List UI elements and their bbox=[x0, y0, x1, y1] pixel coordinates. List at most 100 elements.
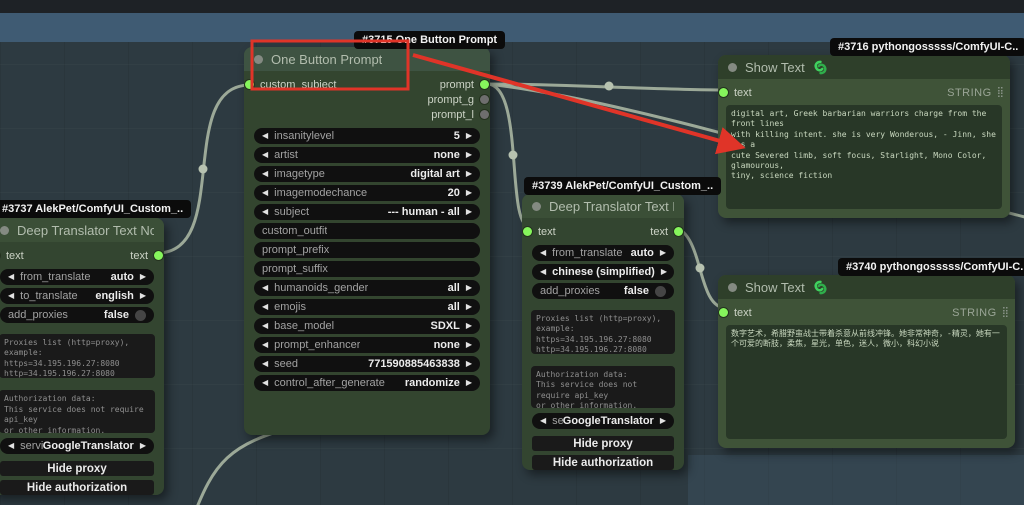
widget-row[interactable]: prompt_suffix bbox=[254, 261, 480, 277]
toggle-knob[interactable] bbox=[135, 309, 146, 321]
combo-left-arrow-icon[interactable]: ◀ bbox=[262, 185, 268, 201]
combo-right-arrow-icon[interactable]: ▶ bbox=[140, 269, 146, 285]
widget-row[interactable]: prompt_prefix bbox=[254, 242, 480, 258]
combo-left-arrow-icon[interactable]: ◀ bbox=[262, 337, 268, 353]
link-midpoint-dot[interactable] bbox=[198, 164, 208, 174]
input-port-text[interactable] bbox=[719, 308, 728, 317]
collapse-dot-icon[interactable] bbox=[254, 54, 263, 64]
output-port-prompt-l[interactable] bbox=[480, 110, 489, 119]
toggle-knob[interactable] bbox=[655, 285, 666, 297]
hide-proxy-button[interactable]: Hide proxy bbox=[0, 461, 154, 476]
hide-proxy-button[interactable]: Hide proxy bbox=[532, 436, 674, 451]
combo-right-arrow-icon[interactable]: ▶ bbox=[466, 337, 472, 353]
node-deep-translator-3737[interactable]: Deep Translator Text Node text text ◀ fr… bbox=[0, 218, 164, 495]
combo-left-arrow-icon[interactable]: ◀ bbox=[540, 264, 546, 280]
widget-row[interactable]: ◀ seed 771590885463838 ▶ bbox=[254, 356, 480, 372]
combo-right-arrow-icon[interactable]: ▶ bbox=[466, 204, 472, 220]
widget-row[interactable]: ◀ from_translate auto ▶ bbox=[532, 245, 674, 261]
authorization-textarea[interactable]: Authorization data: This service does no… bbox=[531, 365, 675, 408]
collapse-dot-icon[interactable] bbox=[532, 201, 541, 211]
combo-left-arrow-icon[interactable]: ◀ bbox=[262, 147, 268, 163]
widget-label: insanitylevel bbox=[274, 130, 335, 142]
wire-from-offscreen-bottom[interactable] bbox=[192, 423, 301, 505]
node-titlebar[interactable]: One Button Prompt bbox=[244, 47, 490, 71]
combo-right-arrow-icon[interactable]: ▶ bbox=[466, 356, 472, 372]
output-port-prompt-g[interactable] bbox=[480, 95, 489, 104]
service-combo[interactable]: ◀ service GoogleTranslator ▶ bbox=[532, 413, 674, 429]
combo-right-arrow-icon[interactable]: ▶ bbox=[140, 288, 146, 304]
link-midpoint-dot[interactable] bbox=[508, 150, 518, 160]
combo-right-arrow-icon[interactable]: ▶ bbox=[140, 438, 146, 454]
input-port-text[interactable] bbox=[523, 227, 532, 236]
node-titlebar[interactable]: Deep Translator Text Node bbox=[522, 194, 684, 218]
combo-right-arrow-icon[interactable]: ▶ bbox=[466, 128, 472, 144]
combo-left-arrow-icon[interactable]: ◀ bbox=[8, 438, 14, 454]
widget-row[interactable]: custom_outfit bbox=[254, 223, 480, 239]
show-text-output-textarea[interactable]: 数字艺术，希腊野蛮战士带着杀意从前线冲锋。她非常神奇，-精灵，她有一 个可爱的断… bbox=[726, 325, 1007, 439]
input-port-custom-subject[interactable] bbox=[245, 80, 254, 89]
widget-row[interactable]: ◀ from_translate auto ▶ bbox=[0, 269, 154, 285]
node-titlebar[interactable]: Show Text bbox=[718, 55, 1010, 79]
widget-row[interactable]: ◀ insanitylevel 5 ▶ bbox=[254, 128, 480, 144]
combo-left-arrow-icon[interactable]: ◀ bbox=[262, 375, 268, 391]
widget-row[interactable]: add_proxies false bbox=[0, 307, 154, 323]
widget-row[interactable]: add_proxies false bbox=[532, 283, 674, 299]
combo-right-arrow-icon[interactable]: ▶ bbox=[660, 245, 666, 261]
combo-left-arrow-icon[interactable]: ◀ bbox=[262, 356, 268, 372]
proxies-textarea[interactable]: Proxies list (http=proxy), example: http… bbox=[531, 310, 675, 354]
node-titlebar[interactable]: Deep Translator Text Node bbox=[0, 218, 164, 242]
collapse-dot-icon[interactable] bbox=[728, 282, 737, 292]
proxies-textarea[interactable]: Proxies list (http=proxy), example: http… bbox=[0, 334, 155, 379]
widget-row[interactable]: ◀ control_after_generate randomize ▶ bbox=[254, 375, 480, 391]
show-text-output-textarea[interactable]: digital art, Greek barbarian warriors ch… bbox=[726, 105, 1002, 209]
combo-right-arrow-icon[interactable]: ▶ bbox=[661, 264, 667, 280]
combo-left-arrow-icon[interactable]: ◀ bbox=[262, 128, 268, 144]
widget-row[interactable]: ◀ humanoids_gender all ▶ bbox=[254, 280, 480, 296]
combo-left-arrow-icon[interactable]: ◀ bbox=[540, 245, 546, 261]
node-one-button-prompt[interactable]: One Button Prompt custom_subject prompt … bbox=[244, 47, 490, 435]
node-graph-canvas[interactable]: #3715 One Button Prompt #3737 AlekPet/Co… bbox=[0, 0, 1024, 505]
combo-right-arrow-icon[interactable]: ▶ bbox=[466, 185, 472, 201]
combo-right-arrow-icon[interactable]: ▶ bbox=[466, 147, 472, 163]
combo-left-arrow-icon[interactable]: ◀ bbox=[262, 299, 268, 315]
widget-row[interactable]: ◀ emojis all ▶ bbox=[254, 299, 480, 315]
combo-left-arrow-icon[interactable]: ◀ bbox=[262, 166, 268, 182]
hide-authorization-button[interactable]: Hide authorization bbox=[0, 480, 154, 495]
combo-right-arrow-icon[interactable]: ▶ bbox=[466, 280, 472, 296]
link-midpoint-dot[interactable] bbox=[695, 263, 705, 273]
widget-row[interactable]: ◀ to_translate chinese (simplified) ▶ bbox=[532, 264, 674, 280]
combo-right-arrow-icon[interactable]: ▶ bbox=[466, 166, 472, 182]
combo-left-arrow-icon[interactable]: ◀ bbox=[262, 204, 268, 220]
widget-row[interactable]: ◀ to_translate english ▶ bbox=[0, 288, 154, 304]
combo-left-arrow-icon[interactable]: ◀ bbox=[8, 288, 14, 304]
combo-left-arrow-icon[interactable]: ◀ bbox=[262, 280, 268, 296]
authorization-textarea[interactable]: Authorization data: This service does no… bbox=[0, 390, 155, 433]
widget-row[interactable]: ◀ base_model SDXL ▶ bbox=[254, 318, 480, 334]
combo-right-arrow-icon[interactable]: ▶ bbox=[466, 318, 472, 334]
widget-row[interactable]: ◀ prompt_enhancer none ▶ bbox=[254, 337, 480, 353]
output-port-prompt[interactable] bbox=[480, 80, 489, 89]
combo-right-arrow-icon[interactable]: ▶ bbox=[466, 375, 472, 391]
collapse-dot-icon[interactable] bbox=[0, 225, 9, 235]
input-port-text[interactable] bbox=[719, 88, 728, 97]
widget-row[interactable]: ◀ imagetype digital art ▶ bbox=[254, 166, 480, 182]
widget-row[interactable]: ◀ imagemodechance 20 ▶ bbox=[254, 185, 480, 201]
output-port-text[interactable] bbox=[674, 227, 683, 236]
widget-row[interactable]: ◀ subject --- human - all ▶ bbox=[254, 204, 480, 220]
combo-right-arrow-icon[interactable]: ▶ bbox=[466, 299, 472, 315]
combo-left-arrow-icon[interactable]: ◀ bbox=[8, 269, 14, 285]
node-deep-translator-3739[interactable]: Deep Translator Text Node text text ◀ fr… bbox=[522, 194, 684, 470]
collapse-dot-icon[interactable] bbox=[728, 62, 737, 72]
combo-left-arrow-icon[interactable]: ◀ bbox=[540, 413, 546, 429]
combo-right-arrow-icon[interactable]: ▶ bbox=[660, 413, 666, 429]
node-show-text-3740[interactable]: Show Text text STRING ⣿ 数字艺术，希腊野蛮战士带着杀意从… bbox=[718, 275, 1015, 448]
widget-row[interactable]: ◀ artist none ▶ bbox=[254, 147, 480, 163]
link-midpoint-dot[interactable] bbox=[604, 81, 614, 91]
hide-authorization-button[interactable]: Hide authorization bbox=[532, 455, 674, 470]
service-combo[interactable]: ◀ service GoogleTranslator ▶ bbox=[0, 438, 154, 454]
node-titlebar[interactable]: Show Text bbox=[718, 275, 1015, 299]
node-title: Show Text bbox=[745, 279, 805, 295]
combo-left-arrow-icon[interactable]: ◀ bbox=[262, 318, 268, 334]
node-show-text-3716[interactable]: Show Text text STRING ⣿ digital art, Gre… bbox=[718, 55, 1010, 218]
output-port-text[interactable] bbox=[154, 251, 163, 260]
